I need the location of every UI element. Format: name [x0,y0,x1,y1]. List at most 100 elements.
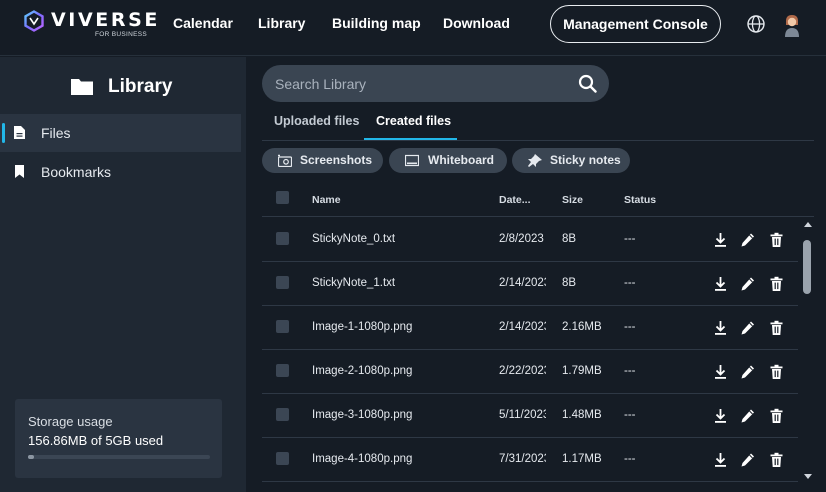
edit-icon[interactable] [740,408,755,424]
search-icon[interactable] [578,74,597,93]
filter-label: Whiteboard [428,153,494,167]
cell-size: 8B [562,277,577,289]
filter-sticky-notes[interactable]: Sticky notes [512,148,630,173]
folder-icon [71,79,93,95]
storage-usage-title: Storage usage [28,414,113,429]
storage-progress-track [28,455,210,459]
globe-icon[interactable] [746,14,766,34]
scrollbar-thumb[interactable] [803,240,811,294]
file-icon [14,126,25,139]
table-row[interactable]: Image-2-1080p.png 2/22/2023 1.79MB --- [262,350,798,394]
cell-file-name: Image-3-1080p.png [312,409,413,421]
table-row[interactable]: StickyNote_1.txt 2/14/2023 8B --- [262,262,798,306]
cell-date: 2/8/2023 [499,233,544,245]
camera-icon [278,154,292,167]
cell-date: 2/14/2023 [499,321,546,333]
sidebar-item-bookmarks[interactable]: Bookmarks [0,153,241,191]
sidebar-item-label: Bookmarks [41,164,112,180]
tabs-divider [262,140,814,141]
download-icon[interactable] [713,276,728,292]
active-indicator [2,123,5,143]
cell-size: 1.48MB [562,409,602,421]
filter-screenshots[interactable]: Screenshots [262,148,383,173]
sidebar: Library Files Bookmarks Storage usage 15… [0,57,246,492]
table-row[interactable]: Image-1-1080p.png 2/14/2023 2.16MB --- [262,306,798,350]
cell-date: 2/22/2023 [499,365,546,377]
delete-icon[interactable] [769,320,784,336]
scroll-up-arrow-icon[interactable] [804,222,812,227]
delete-icon[interactable] [769,452,784,468]
nav-link-download[interactable]: Download [443,15,510,31]
user-avatar-icon[interactable] [782,13,802,37]
cell-status: --- [624,365,636,377]
delete-icon[interactable] [769,232,784,248]
row-checkbox[interactable] [276,364,289,377]
tab-created-files[interactable]: Created files [376,114,451,128]
cell-date: 7/31/2023 [499,453,546,465]
cell-status: --- [624,453,636,465]
management-console-button[interactable]: Management Console [550,5,721,43]
cell-size: 1.79MB [562,365,602,377]
filter-label: Sticky notes [550,153,621,167]
storage-usage-card: Storage usage 156.86MB of 5GB used [15,399,222,478]
sidebar-item-label: Files [41,125,71,141]
cell-status: --- [624,233,636,245]
storage-usage-value: 156.86MB of 5GB used [28,433,164,448]
table-row[interactable]: Image-3-1080p.png 5/11/2023 1.48MB --- [262,394,798,438]
row-checkbox[interactable] [276,232,289,245]
cell-file-name: Image-2-1080p.png [312,365,413,377]
column-header-status[interactable]: Status [624,194,656,206]
cell-file-name: Image-1-1080p.png [312,321,413,333]
table-row[interactable]: StickyNote_0.txt 2/8/2023 8B --- [262,218,798,262]
delete-icon[interactable] [769,364,784,380]
edit-icon[interactable] [740,364,755,380]
edit-icon[interactable] [740,452,755,468]
brand-name: VIVERSE [51,9,160,31]
active-tab-underline [364,138,457,140]
search-input[interactable] [275,65,565,102]
cell-status: --- [624,321,636,333]
column-header-size[interactable]: Size [562,194,583,206]
cell-size: 2.16MB [562,321,602,333]
nav-link-calendar[interactable]: Calendar [173,15,233,31]
delete-icon[interactable] [769,276,784,292]
cell-file-name: StickyNote_1.txt [312,277,396,289]
storage-progress-fill [28,455,34,459]
filter-label: Screenshots [300,153,373,167]
table-row[interactable]: Image-4-1080p.png 7/31/2023 1.17MB --- [262,438,798,482]
scroll-down-arrow-icon[interactable] [804,474,812,479]
column-header-name[interactable]: Name [312,194,341,206]
download-icon[interactable] [713,364,728,380]
sidebar-title-label: Library [108,76,173,97]
table-scrollbar[interactable] [801,218,814,486]
viverse-logo[interactable]: VIVERSE FOR BUSINESS [23,9,157,41]
download-icon[interactable] [713,408,728,424]
download-icon[interactable] [713,452,728,468]
cell-status: --- [624,277,636,289]
tab-uploaded-files[interactable]: Uploaded files [274,114,359,128]
download-icon[interactable] [713,320,728,336]
search-box [262,65,609,102]
cell-date: 2/14/2023 [499,277,546,289]
sidebar-item-files[interactable]: Files [0,114,241,152]
download-icon[interactable] [713,232,728,248]
nav-link-building-map[interactable]: Building map [332,15,421,31]
filter-whiteboard[interactable]: Whiteboard [389,148,507,173]
top-navigation: VIVERSE FOR BUSINESS Calendar Library Bu… [0,0,826,56]
cell-file-name: Image-4-1080p.png [312,453,413,465]
nav-link-library[interactable]: Library [258,15,305,31]
edit-icon[interactable] [740,232,755,248]
row-checkbox[interactable] [276,276,289,289]
delete-icon[interactable] [769,408,784,424]
edit-icon[interactable] [740,276,755,292]
edit-icon[interactable] [740,320,755,336]
column-header-date[interactable]: Date... [499,194,531,206]
select-all-checkbox[interactable] [276,191,289,204]
row-checkbox[interactable] [276,408,289,421]
row-checkbox[interactable] [276,320,289,333]
cell-size: 8B [562,233,577,245]
brand-tagline: FOR BUSINESS [95,31,147,38]
row-checkbox[interactable] [276,452,289,465]
table-header: Name Date... Size Status [262,186,814,217]
file-table: StickyNote_0.txt 2/8/2023 8B --- StickyNote_… [262,218,814,486]
